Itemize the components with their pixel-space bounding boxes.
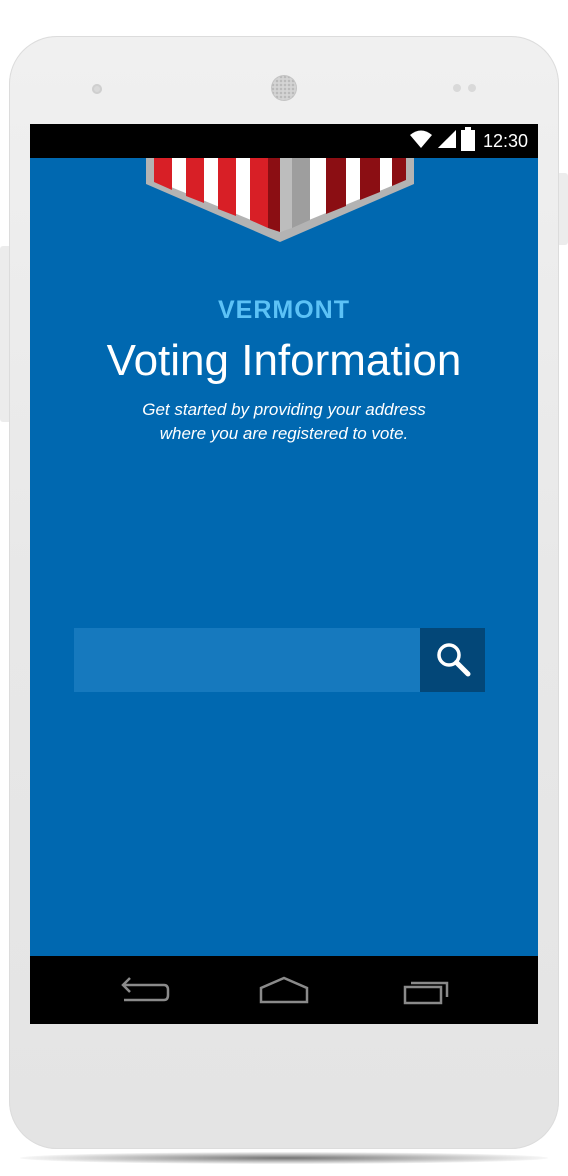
recent-apps-icon	[397, 975, 451, 1008]
instructions-line-2: where you are registered to vote.	[159, 424, 409, 443]
light-sensor	[468, 84, 476, 92]
status-bar: 12:30	[30, 124, 538, 158]
address-search-input[interactable]	[74, 628, 420, 692]
home-icon	[257, 975, 311, 1008]
phone-mockup: 12:30 VERMONT Voting Information Get sta…	[0, 0, 568, 1176]
battery-icon	[460, 126, 475, 156]
app-screen: 12:30 VERMONT Voting Information Get sta…	[30, 124, 538, 1024]
front-sensor	[92, 84, 102, 94]
address-search-bar	[74, 628, 485, 692]
back-button[interactable]	[114, 974, 174, 1008]
wifi-icon	[409, 129, 433, 154]
search-icon	[434, 640, 472, 681]
back-icon	[118, 975, 170, 1008]
search-button[interactable]	[420, 628, 485, 692]
signal-icon	[437, 129, 457, 154]
device-power-button	[559, 173, 568, 245]
earpiece-speaker	[271, 75, 297, 101]
flag-banner-logo	[146, 158, 414, 242]
home-button[interactable]	[254, 974, 314, 1008]
recent-apps-button[interactable]	[394, 974, 454, 1008]
instructions-text: Get started by providing your address wh…	[30, 398, 538, 446]
page-title: Voting Information	[106, 336, 462, 385]
status-time: 12:30	[482, 130, 528, 151]
phone-shadow	[20, 1152, 548, 1164]
state-name: VERMONT	[218, 296, 350, 324]
device-side-button	[0, 246, 9, 422]
android-nav-bar	[30, 956, 538, 1024]
status-icons: 12:30	[409, 126, 528, 156]
instructions-line-1: Get started by providing your address	[142, 400, 426, 419]
proximity-sensor	[453, 84, 461, 92]
